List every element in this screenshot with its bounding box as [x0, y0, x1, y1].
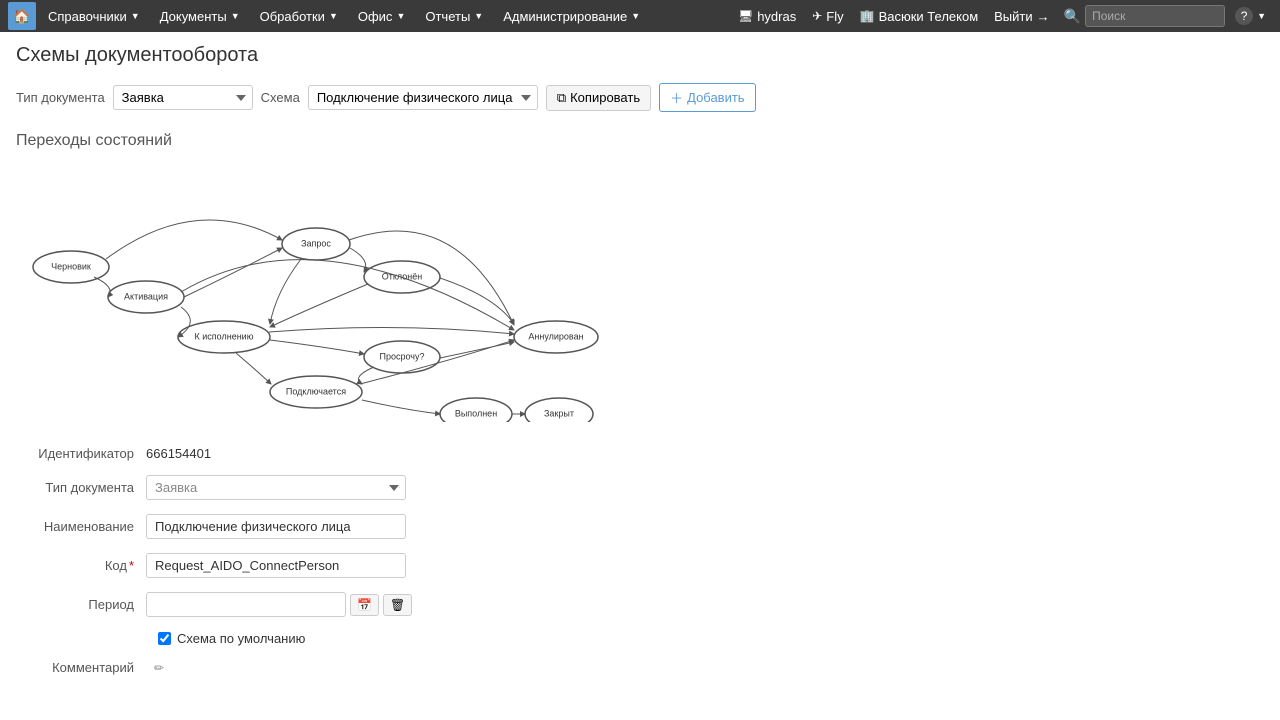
- edge-execution-overdue: [270, 340, 364, 354]
- home-icon: 🏠: [13, 8, 30, 25]
- name-label: Наименование: [16, 519, 146, 534]
- chevron-down-icon: ▼: [131, 11, 140, 21]
- period-row: Период 📅 🗑: [16, 592, 1264, 617]
- calendar-icon: 📅: [357, 598, 372, 612]
- delete-icon: 🗑: [390, 598, 405, 612]
- doc-type-label: Тип документа: [16, 90, 105, 105]
- default-schema-row: Схема по умолчанию: [158, 631, 1264, 646]
- top-navigation: 🏠 Справочники ▼ Документы ▼ Обработки ▼ …: [0, 0, 1280, 32]
- default-schema-checkbox[interactable]: [158, 632, 171, 645]
- period-label: Период: [16, 597, 146, 612]
- code-label: Код: [16, 558, 146, 573]
- svg-text:Аннулирован: Аннулирован: [528, 331, 583, 341]
- calendar-button[interactable]: 📅: [350, 594, 379, 616]
- edge-draft-request: [106, 220, 282, 259]
- help-button[interactable]: ? ▼: [1229, 0, 1272, 32]
- node-annulled: Аннулирован: [514, 321, 598, 353]
- plus-icon: ＋: [670, 88, 683, 107]
- nav-menu-documents[interactable]: Документы ▼: [152, 0, 248, 32]
- home-button[interactable]: 🏠: [8, 2, 36, 30]
- nav-company[interactable]: 🏢 Васюки Телеком: [854, 0, 985, 32]
- nav-hydras[interactable]: 🖥 hydras: [732, 0, 802, 32]
- nav-menu-directories[interactable]: Справочники ▼: [40, 0, 148, 32]
- node-closed: Закрыт: [525, 398, 593, 422]
- page-content: Схемы документооборота Тип документа Зая…: [0, 32, 1280, 701]
- add-button[interactable]: ＋ Добавить: [659, 83, 755, 112]
- chevron-down-icon: ▼: [329, 11, 338, 21]
- logout-icon: →: [1037, 9, 1050, 24]
- schema-select[interactable]: Подключение физического лица: [308, 85, 538, 110]
- period-input-group: 📅 🗑: [146, 592, 412, 617]
- comment-label: Комментарий: [16, 660, 146, 675]
- chevron-down-icon: ▼: [1257, 11, 1266, 21]
- flow-graph: Черновик Активация Запрос Отклонён К исп…: [16, 162, 636, 422]
- svg-text:К исполнению: К исполнению: [195, 331, 254, 341]
- edge-activation-request: [184, 248, 282, 297]
- code-row: Код: [16, 553, 1264, 578]
- company-icon: 🏢: [860, 9, 875, 23]
- form-doc-type-select[interactable]: Заявка: [146, 475, 406, 500]
- search-icon: 🔍: [1064, 8, 1081, 25]
- doc-type-select[interactable]: Заявка: [113, 85, 253, 110]
- period-input[interactable]: [146, 592, 346, 617]
- node-connecting: Подключается: [270, 376, 362, 408]
- edge-rejected-execution: [270, 284, 368, 327]
- nav-menu-reports[interactable]: Отчеты ▼: [417, 0, 491, 32]
- form-section: Идентификатор 666154401 Тип документа За…: [16, 446, 1264, 675]
- chevron-down-icon: ▼: [631, 11, 640, 21]
- edge-connecting-done: [362, 400, 440, 414]
- transitions-section-title: Переходы состояний: [16, 132, 1264, 150]
- edit-comment-button[interactable]: ✏: [154, 661, 164, 675]
- node-activation: Активация: [108, 281, 184, 313]
- nav-menu-admin[interactable]: Администрирование ▼: [495, 0, 648, 32]
- svg-text:Выполнен: Выполнен: [455, 408, 497, 418]
- search-input[interactable]: [1085, 5, 1225, 27]
- name-row: Наименование: [16, 514, 1264, 539]
- form-doc-type-row: Тип документа Заявка: [16, 475, 1264, 500]
- nav-menu-processing[interactable]: Обработки ▼: [252, 0, 346, 32]
- edge-request-execution: [270, 259, 301, 324]
- svg-text:Активация: Активация: [124, 291, 168, 301]
- svg-text:Подключается: Подключается: [286, 386, 346, 396]
- page-title: Схемы документооборота: [16, 44, 1264, 67]
- svg-text:Черновик: Черновик: [51, 261, 91, 271]
- chevron-down-icon: ▼: [474, 11, 483, 21]
- copy-button[interactable]: ⧉ Копировать: [546, 85, 651, 111]
- form-doc-type-label: Тип документа: [16, 480, 146, 495]
- monitor-icon: 🖥: [738, 9, 753, 23]
- clear-period-button[interactable]: 🗑: [383, 594, 412, 616]
- default-schema-label: Схема по умолчанию: [177, 631, 305, 646]
- svg-text:Запрос: Запрос: [301, 238, 331, 248]
- node-done: Выполнен: [440, 398, 512, 422]
- node-request: Запрос: [282, 228, 350, 260]
- nav-menu-office[interactable]: Офис ▼: [350, 0, 414, 32]
- id-row: Идентификатор 666154401: [16, 446, 1264, 461]
- chevron-down-icon: ▼: [231, 11, 240, 21]
- fly-icon: ✈: [812, 9, 822, 23]
- nav-fly[interactable]: ✈ Fly: [806, 0, 849, 32]
- chevron-down-icon: ▼: [396, 11, 405, 21]
- edge-execution-connecting: [236, 353, 271, 384]
- id-value: 666154401: [146, 446, 211, 461]
- edge-overdue-annulled: [440, 342, 514, 358]
- edge-request-rejected: [350, 248, 366, 272]
- node-overdue: Просрочу?: [364, 341, 440, 373]
- edge-execution-annulled: [269, 327, 514, 334]
- id-label: Идентификатор: [16, 446, 146, 461]
- nav-logout[interactable]: Выйти →: [988, 0, 1056, 32]
- edge-activation-annulled: [181, 260, 514, 330]
- svg-text:Закрыт: Закрыт: [544, 408, 574, 418]
- toolbar: Тип документа Заявка Схема Подключение ф…: [16, 83, 1264, 112]
- comment-row: Комментарий ✏: [16, 660, 1264, 675]
- edge-rejected-annulled: [440, 278, 514, 324]
- node-to-execution: К исполнению: [178, 321, 270, 353]
- edge-draft-activation: [94, 277, 110, 297]
- name-input[interactable]: [146, 514, 406, 539]
- svg-text:Просрочу?: Просрочу?: [380, 351, 425, 361]
- schema-label: Схема: [261, 90, 300, 105]
- copy-icon: ⧉: [557, 90, 566, 106]
- flow-graph-container: Черновик Активация Запрос Отклонён К исп…: [16, 162, 636, 422]
- code-input[interactable]: [146, 553, 406, 578]
